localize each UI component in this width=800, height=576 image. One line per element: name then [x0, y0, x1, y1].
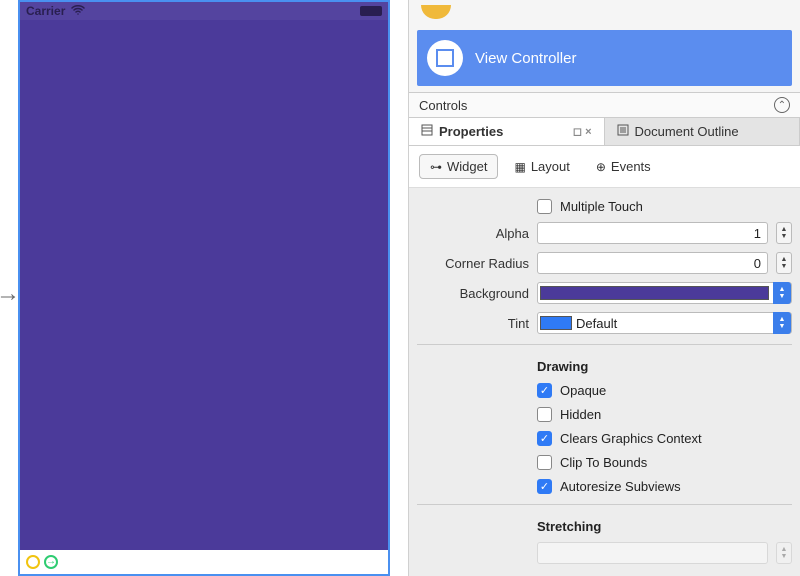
- stretching-row: ▲▼: [417, 538, 792, 568]
- controls-label: Controls: [419, 98, 467, 113]
- tint-dropdown-icon[interactable]: ▲▼: [773, 312, 791, 334]
- widget-icon: ⊶: [430, 160, 442, 174]
- autoresize-checkbox[interactable]: ✓: [537, 479, 552, 494]
- properties-area: Multiple Touch Alpha 1 ▲▼ Corner Radius …: [409, 188, 800, 576]
- expand-arrow-icon[interactable]: →: [0, 280, 20, 308]
- corner-radius-input[interactable]: 0: [537, 252, 768, 274]
- outline-item-label: View Controller: [475, 50, 576, 67]
- tab-document-outline-label: Document Outline: [635, 124, 739, 139]
- view-controller-view[interactable]: [20, 20, 388, 550]
- tint-color-well[interactable]: Default ▲▼: [537, 312, 792, 334]
- background-label: Background: [417, 286, 529, 301]
- subtab-layout-label: Layout: [531, 159, 570, 174]
- close-icon[interactable]: ×: [585, 126, 591, 138]
- alpha-row: Alpha 1 ▲▼: [417, 218, 792, 248]
- opaque-checkbox[interactable]: ✓: [537, 383, 552, 398]
- design-surface: → Carrier →: [0, 0, 408, 576]
- subtab-layout[interactable]: ▦ Layout: [504, 154, 579, 179]
- ios-simulator-canvas[interactable]: Carrier →: [18, 0, 390, 576]
- stretching-header: Stretching: [537, 511, 792, 538]
- multiple-touch-checkbox[interactable]: [537, 199, 552, 214]
- subtab-widget[interactable]: ⊶ Widget: [419, 154, 498, 179]
- pad-tabs: Properties ◻ × Document Outline: [409, 118, 800, 146]
- wifi-icon: [71, 4, 85, 18]
- property-sub-tabs: ⊶ Widget ▦ Layout ⊕ Events: [409, 146, 800, 188]
- multiple-touch-label: Multiple Touch: [560, 199, 643, 214]
- clears-graphics-checkbox[interactable]: ✓: [537, 431, 552, 446]
- subtab-events[interactable]: ⊕ Events: [586, 154, 661, 179]
- outline-item-view-controller[interactable]: View Controller: [417, 30, 792, 86]
- subtab-events-label: Events: [611, 159, 651, 174]
- outline-item-prev[interactable]: [409, 0, 800, 24]
- chevron-up-icon[interactable]: ⌃: [774, 97, 790, 113]
- battery-icon: [360, 6, 382, 16]
- canvas-footer: →: [20, 550, 388, 574]
- tint-row: Tint Default ▲▼: [417, 308, 792, 338]
- tint-label: Tint: [417, 316, 529, 331]
- first-responder-icon[interactable]: [26, 555, 40, 569]
- alpha-stepper[interactable]: ▲▼: [776, 222, 792, 244]
- hidden-checkbox[interactable]: [537, 407, 552, 422]
- tab-document-outline[interactable]: Document Outline: [605, 118, 800, 145]
- corner-radius-label: Corner Radius: [417, 256, 529, 271]
- hidden-label: Hidden: [560, 407, 601, 422]
- inspector-panel: View Controller Controls ⌃ Properties ◻ …: [408, 0, 800, 576]
- alpha-input[interactable]: 1: [537, 222, 768, 244]
- alpha-label: Alpha: [417, 226, 529, 241]
- document-outline-icon: [617, 124, 629, 139]
- multiple-touch-row: Multiple Touch: [537, 194, 792, 218]
- subtab-widget-label: Widget: [447, 159, 487, 174]
- tab-properties[interactable]: Properties ◻ ×: [409, 118, 605, 145]
- background-swatch: [540, 286, 769, 300]
- clip-to-bounds-label: Clip To Bounds: [560, 455, 647, 470]
- scene-icon: [421, 5, 451, 19]
- controls-header[interactable]: Controls ⌃: [409, 92, 800, 118]
- opaque-label: Opaque: [560, 383, 606, 398]
- stretching-stepper[interactable]: ▲▼: [776, 542, 792, 564]
- clip-to-bounds-checkbox[interactable]: [537, 455, 552, 470]
- background-color-well[interactable]: ▲▼: [537, 282, 792, 304]
- view-controller-icon: [427, 40, 463, 76]
- tab-properties-label: Properties: [439, 124, 503, 139]
- carrier-label: Carrier: [26, 4, 65, 18]
- stretching-input[interactable]: [537, 542, 768, 564]
- tint-swatch: [540, 316, 572, 330]
- corner-radius-stepper[interactable]: ▲▼: [776, 252, 792, 274]
- properties-icon: [421, 124, 433, 139]
- autoresize-label: Autoresize Subviews: [560, 479, 681, 494]
- drawing-header: Drawing: [537, 351, 792, 378]
- exit-icon[interactable]: →: [44, 555, 58, 569]
- clears-graphics-label: Clears Graphics Context: [560, 431, 702, 446]
- background-dropdown-icon[interactable]: ▲▼: [773, 282, 791, 304]
- events-icon: ⊕: [596, 160, 606, 174]
- pin-icon[interactable]: ◻: [573, 126, 582, 138]
- layout-icon: ▦: [514, 160, 525, 174]
- status-bar: Carrier: [20, 2, 388, 20]
- background-row: Background ▲▼: [417, 278, 792, 308]
- tint-text: Default: [576, 316, 769, 331]
- corner-radius-row: Corner Radius 0 ▲▼: [417, 248, 792, 278]
